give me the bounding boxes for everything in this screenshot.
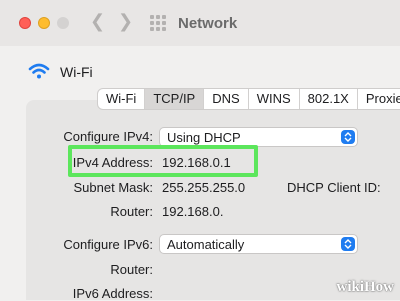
wifi-icon xyxy=(28,63,50,79)
window-title: Network xyxy=(178,15,238,32)
tab-proxies[interactable]: Proxies xyxy=(358,89,400,109)
tab-wins[interactable]: WINS xyxy=(249,89,300,109)
tab-dns[interactable]: DNS xyxy=(204,89,249,109)
window-titlebar: ❮ ❯ Network xyxy=(0,0,400,46)
ipv4-router-value: 192.168.0. xyxy=(162,204,224,219)
chevron-right-icon[interactable]: ❯ xyxy=(118,11,133,32)
configure-ipv4-label: Configure IPv4: xyxy=(63,129,153,144)
configure-ipv4-select[interactable]: Using DHCP xyxy=(159,127,358,147)
close-window-button[interactable] xyxy=(19,17,31,29)
configure-ipv4-value: Using DHCP xyxy=(167,130,241,145)
wikihow-watermark: wikiHow xyxy=(336,279,394,296)
service-name: Wi-Fi xyxy=(60,64,93,80)
ipv4-address-highlight xyxy=(68,145,258,177)
app-grid-icon[interactable] xyxy=(150,15,166,31)
tab-wifi[interactable]: Wi-Fi xyxy=(98,89,146,109)
ipv6-address-label: IPv6 Address: xyxy=(72,286,153,301)
chevron-updown-icon xyxy=(341,130,355,144)
chevron-left-icon[interactable]: ❮ xyxy=(90,11,105,32)
maximize-window-button[interactable] xyxy=(57,17,69,29)
watermark-how: How xyxy=(364,279,394,295)
configure-ipv6-value: Automatically xyxy=(167,237,245,252)
tab-8021x[interactable]: 802.1X xyxy=(300,89,358,109)
subnet-mask-label: Subnet Mask: xyxy=(73,180,154,195)
tab-bar: Wi-Fi TCP/IP DNS WINS 802.1X Proxies xyxy=(97,88,400,110)
configure-ipv6-label: Configure IPv6: xyxy=(63,237,153,252)
ipv6-router-label: Router: xyxy=(110,262,153,277)
subnet-mask-value: 255.255.255.0 xyxy=(162,180,246,195)
tab-tcp-ip[interactable]: TCP/IP xyxy=(145,89,205,109)
watermark-wiki: wiki xyxy=(336,279,364,295)
configure-ipv6-select[interactable]: Automatically xyxy=(159,234,358,254)
minimize-window-button[interactable] xyxy=(38,17,50,29)
dhcp-client-id-label: DHCP Client ID: xyxy=(287,180,381,195)
chevron-updown-icon xyxy=(341,237,355,251)
ipv4-router-label: Router: xyxy=(110,204,153,219)
